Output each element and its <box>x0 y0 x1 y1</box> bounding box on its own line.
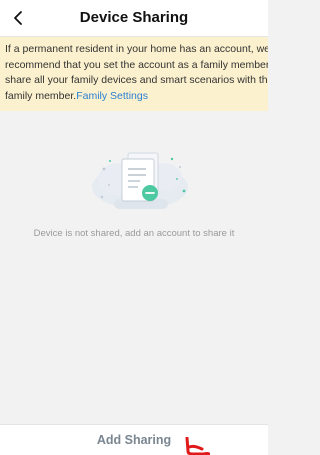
notice-line: share all your family devices and smart … <box>5 74 268 86</box>
notice-line-last: family member.Family Settings <box>5 89 268 105</box>
empty-state: Device is not shared, add an account to … <box>0 111 268 423</box>
family-settings-link[interactable]: Family Settings <box>76 90 148 102</box>
chevron-left-icon <box>14 11 22 25</box>
page-title: Device Sharing <box>79 9 189 26</box>
back-button[interactable] <box>4 4 32 32</box>
notice-line-text: family member. <box>5 89 77 102</box>
header: Device Sharing <box>0 0 268 37</box>
notice-line: recommend that you set the account as a … <box>5 58 268 71</box>
shared-document-icon <box>92 152 188 209</box>
empty-message: Device is not shared, add an account to … <box>33 228 235 239</box>
bottom-bar: Add Sharing <box>0 424 268 455</box>
red-annotation-mark <box>185 437 210 455</box>
device-sharing-screen: Device Sharing If a permanent resident i… <box>0 0 268 455</box>
add-sharing-button[interactable]: Add Sharing <box>0 425 268 455</box>
family-notice: If a permanent resident in your home has… <box>0 37 268 111</box>
notice-line: If a permanent resident in your home has… <box>5 43 268 55</box>
